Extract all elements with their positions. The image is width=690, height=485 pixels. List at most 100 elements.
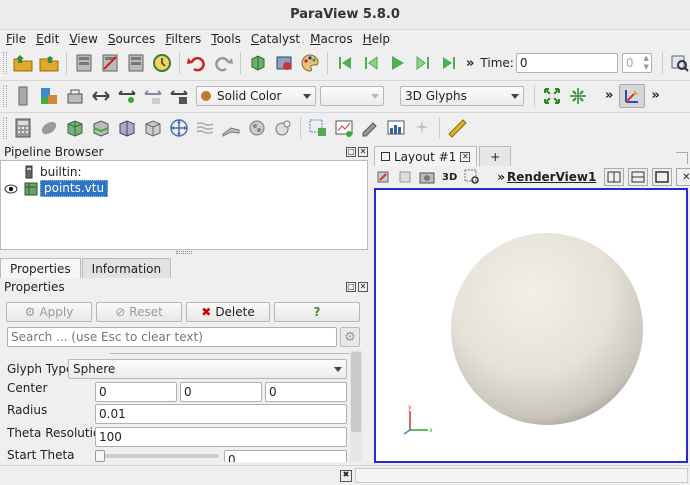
maximize-view-icon[interactable] [652, 168, 673, 186]
capture-screenshot-icon[interactable] [418, 166, 436, 188]
plot-over-line-icon[interactable] [333, 117, 355, 139]
previous-frame-icon[interactable] [360, 52, 382, 74]
tab-information[interactable]: Information [81, 258, 172, 278]
radius-input[interactable]: 0.01 [95, 404, 347, 424]
first-frame-icon[interactable] [334, 52, 356, 74]
properties-scrollbar[interactable] [350, 350, 362, 462]
contour-icon[interactable] [38, 117, 60, 139]
edit-color-map-icon[interactable] [38, 85, 60, 107]
toolbar-overflow-button-3[interactable]: » [605, 88, 613, 103]
disconnect-server-icon[interactable] [99, 52, 121, 74]
rescale-temporal-icon[interactable] [168, 85, 190, 107]
menu-file[interactable]: File [0, 30, 30, 48]
output-messages-icon[interactable]: ✖ [340, 470, 352, 482]
last-frame-icon[interactable] [438, 52, 460, 74]
close-tab-icon[interactable]: ✕ [460, 151, 471, 162]
server-settings-icon[interactable] [125, 52, 147, 74]
zoom-to-data-icon[interactable] [567, 85, 589, 107]
pipeline-item-points[interactable]: points.vtu [4, 180, 109, 197]
center-y-input[interactable]: 0 [180, 382, 262, 402]
rescale-custom-icon[interactable] [90, 85, 112, 107]
open-file-icon[interactable] [12, 52, 34, 74]
time-input[interactable]: 0 [515, 53, 618, 73]
extract-level-icon[interactable] [272, 117, 294, 139]
menu-filters[interactable]: Filters [159, 30, 205, 48]
menu-sources[interactable]: Sources [102, 30, 159, 48]
menu-catalyst[interactable]: Catalyst [245, 30, 304, 48]
camera-redo-icon[interactable] [273, 52, 295, 74]
advanced-settings-button[interactable]: ⚙ [340, 327, 360, 347]
redo-icon[interactable] [212, 52, 234, 74]
undock-icon[interactable]: ▢ [346, 282, 356, 292]
camera-undo-icon[interactable] [247, 52, 269, 74]
group-datasets-icon[interactable] [246, 117, 268, 139]
color-component-select[interactable] [320, 85, 384, 106]
stream-tracer-icon[interactable] [194, 117, 216, 139]
interactive-select-icon[interactable] [463, 166, 481, 188]
color-by-select[interactable]: Solid Color [196, 85, 316, 106]
center-x-input[interactable]: 0 [95, 382, 177, 402]
rescale-visible-range-icon[interactable] [142, 85, 164, 107]
undo-camera-icon[interactable] [396, 166, 414, 188]
threshold-icon[interactable] [116, 117, 138, 139]
find-data-icon[interactable] [669, 52, 690, 74]
toolbar-overflow-button[interactable]: » [466, 56, 474, 71]
extract-subset-icon[interactable] [142, 117, 164, 139]
undo-icon[interactable] [186, 52, 208, 74]
next-frame-icon[interactable] [412, 52, 434, 74]
ruler-icon[interactable] [446, 117, 468, 139]
close-view-icon[interactable]: ✕ [676, 168, 690, 186]
palette-icon[interactable] [299, 52, 321, 74]
properties-search-input[interactable]: Search ... (use Esc to clear text) [7, 327, 337, 347]
menu-help[interactable]: Help [357, 30, 394, 48]
tab-properties[interactable]: Properties [0, 258, 81, 278]
start-theta-slider[interactable] [95, 450, 219, 462]
histogram-icon[interactable] [385, 117, 407, 139]
eye-icon[interactable] [4, 183, 18, 195]
menu-macros[interactable]: Macros [304, 30, 357, 48]
render-view-name[interactable]: RenderView1 [507, 170, 596, 184]
apply-button[interactable]: ⚙ Apply [6, 302, 92, 322]
reset-range-icon[interactable] [64, 85, 86, 107]
pipeline-item-builtin[interactable]: builtin: [23, 163, 82, 180]
warp-by-vector-icon[interactable] [220, 117, 242, 139]
timestep-spinbox[interactable]: 0 ▲ ▼ [621, 53, 652, 73]
undock-icon[interactable]: ▢ [346, 147, 356, 157]
split-horizontal-icon[interactable] [604, 168, 625, 186]
auto-apply-icon[interactable] [151, 52, 173, 74]
glyph-type-select[interactable]: Sphere [68, 359, 347, 379]
render-view[interactable]: y x [374, 188, 688, 463]
calculator-icon[interactable] [12, 117, 34, 139]
play-icon[interactable] [386, 52, 408, 74]
toolbar-grip-2[interactable] [3, 84, 7, 107]
splitter-handle[interactable] [176, 251, 192, 254]
clip-icon[interactable] [64, 117, 86, 139]
add-layout-button[interactable]: + [479, 146, 512, 166]
menu-tools[interactable]: Tools [205, 30, 245, 48]
tab-layout-1[interactable]: Layout #1 ✕ [374, 146, 478, 166]
delete-button[interactable]: ✖ Delete [186, 302, 270, 322]
reset-camera-icon[interactable] [541, 85, 563, 107]
help-button[interactable]: ? [274, 302, 360, 322]
menu-view[interactable]: View [63, 30, 101, 48]
toggle-color-legend-icon[interactable] [12, 85, 34, 107]
reset-view-icon[interactable] [374, 166, 392, 188]
render-canvas[interactable]: y x [376, 190, 686, 461]
toolbar-grip-3[interactable] [3, 116, 7, 139]
representation-select[interactable]: 3D Glyphs [400, 85, 524, 106]
collapsed-section-handle[interactable] [110, 350, 350, 354]
close-icon[interactable]: ✕ [358, 282, 368, 292]
theta-resolution-input[interactable]: 100 [95, 427, 347, 447]
rescale-custom-range-icon[interactable] [116, 85, 138, 107]
start-theta-input[interactable]: 0 [224, 450, 347, 462]
close-icon[interactable]: ✕ [358, 147, 368, 157]
edit-icon[interactable] [359, 117, 381, 139]
center-z-input[interactable]: 0 [265, 382, 347, 402]
select-cells-icon[interactable] [307, 117, 329, 139]
camera-orientation-icon[interactable] [619, 83, 646, 108]
menu-edit[interactable]: Edit [30, 30, 63, 48]
glyph-icon[interactable] [168, 117, 190, 139]
split-vertical-icon[interactable] [628, 168, 649, 186]
toolbar-grip[interactable] [3, 52, 7, 74]
toggle-3d-button[interactable]: 3D [442, 172, 457, 183]
